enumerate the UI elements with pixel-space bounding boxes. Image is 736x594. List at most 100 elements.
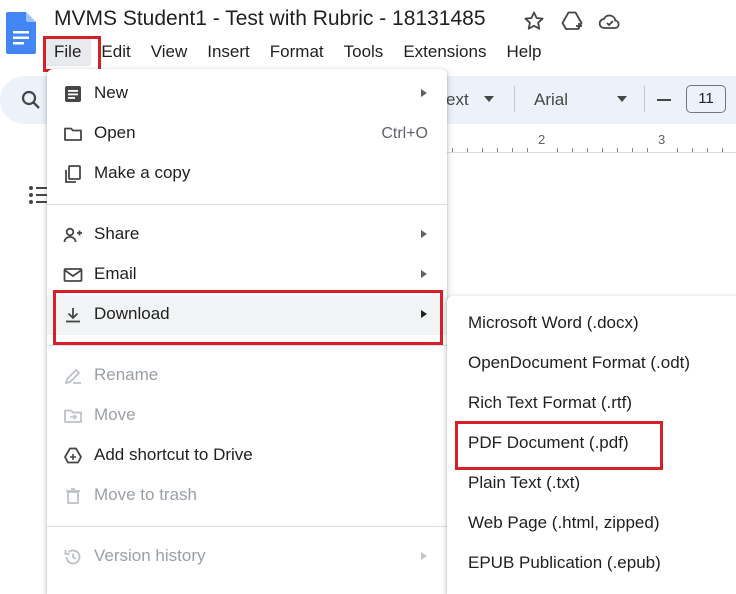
ruler[interactable]: 2 3 <box>446 132 736 154</box>
menu-item-label: Rename <box>94 365 159 384</box>
menu-divider <box>47 345 447 346</box>
submenu-arrow-icon <box>421 89 427 97</box>
submenu-arrow-icon <box>421 310 427 318</box>
submenu-arrow-icon <box>421 552 427 560</box>
file-menu: New Open Ctrl+O Make a copy Share Email <box>47 69 447 594</box>
ruler-tick <box>722 148 723 152</box>
menu-item-label: Email <box>94 264 137 283</box>
ruler-baseline <box>446 152 736 153</box>
menu-file[interactable]: File <box>44 38 92 66</box>
menu-help[interactable]: Help <box>496 38 551 66</box>
download-option-pdf[interactable]: PDF Document (.pdf) <box>447 424 736 464</box>
ruler-label: 3 <box>658 132 666 147</box>
ruler-tick <box>452 148 453 152</box>
download-option-label: Rich Text Format (.rtf) <box>468 393 633 412</box>
copy-icon <box>65 165 81 183</box>
menu-bar: File Edit View Insert Format Tools Exten… <box>44 38 551 66</box>
ruler-label: 2 <box>538 132 546 147</box>
trash-icon <box>66 488 80 504</box>
ruler-tick <box>632 148 633 152</box>
menu-divider <box>47 204 447 205</box>
move-to-drive-icon[interactable] <box>560 9 584 33</box>
menu-item-label: Download <box>94 304 170 323</box>
download-option-label: Microsoft Word (.docx) <box>468 313 639 332</box>
menu-insert[interactable]: Insert <box>197 38 260 66</box>
font-family-select[interactable]: Arial <box>534 90 568 110</box>
download-option-odt[interactable]: OpenDocument Format (.odt) <box>447 344 736 384</box>
menu-view[interactable]: View <box>141 38 198 66</box>
menu-item-label: Share <box>94 224 140 243</box>
menu-extensions[interactable]: Extensions <box>393 38 496 66</box>
star-icon[interactable] <box>522 9 546 33</box>
toolbar-divider <box>514 86 515 112</box>
menu-item-add-shortcut-to-drive[interactable]: Add shortcut to Drive <box>47 436 447 476</box>
menu-item-new[interactable]: New <box>47 74 447 114</box>
document-title[interactable]: MVMS Student1 - Test with Rubric - 18131… <box>54 7 486 31</box>
decrease-font-size-button[interactable] <box>657 99 671 101</box>
toolbar-divider <box>644 86 645 112</box>
font-size-input[interactable]: 11 <box>686 85 726 113</box>
rename-icon <box>65 369 81 384</box>
download-option-txt[interactable]: Plain Text (.txt) <box>447 464 736 504</box>
ruler-tick <box>647 148 648 152</box>
download-option-label: Plain Text (.txt) <box>468 473 581 492</box>
submenu-arrow-icon <box>421 270 427 278</box>
folder-icon <box>64 127 82 141</box>
cloud-saved-icon[interactable] <box>598 9 622 33</box>
menu-format[interactable]: Format <box>260 38 334 66</box>
ruler-tick <box>617 148 618 152</box>
menu-item-label: Version history <box>94 546 206 565</box>
menu-item-move-to-trash[interactable]: Move to trash <box>47 476 447 516</box>
menu-item-rename[interactable]: Rename <box>47 356 447 396</box>
move-folder-icon <box>64 409 82 423</box>
google-docs-logo-icon[interactable] <box>6 12 36 54</box>
download-option-docx[interactable]: Microsoft Word (.docx) <box>447 304 736 344</box>
history-icon <box>64 549 81 565</box>
menu-item-label: Open <box>94 123 136 142</box>
ruler-tick <box>707 148 708 152</box>
ruler-tick <box>677 148 678 152</box>
paragraph-style-select[interactable]: ext <box>446 90 469 110</box>
add-person-icon <box>63 227 82 243</box>
submenu-arrow-icon <box>421 230 427 238</box>
ruler-tick <box>497 148 498 152</box>
menu-item-email[interactable]: Email <box>47 255 447 295</box>
download-icon <box>66 308 80 323</box>
download-option-html-zipped[interactable]: Web Page (.html, zipped) <box>447 504 736 544</box>
document-icon <box>65 86 81 102</box>
download-option-label: EPUB Publication (.epub) <box>468 553 661 572</box>
menu-item-download[interactable]: Download <box>47 295 447 335</box>
download-option-label: Web Page (.html, zipped) <box>468 513 660 532</box>
download-option-label: PDF Document (.pdf) <box>468 433 629 452</box>
ruler-tick <box>587 148 588 152</box>
download-submenu: Microsoft Word (.docx) OpenDocument Form… <box>447 296 736 594</box>
download-option-label: OpenDocument Format (.odt) <box>468 353 691 372</box>
ruler-tick <box>692 148 693 152</box>
menu-item-label: Add shortcut to Drive <box>94 445 253 464</box>
chevron-down-icon <box>484 96 494 102</box>
add-to-drive-icon <box>64 447 82 464</box>
menu-item-label: Move <box>94 405 136 424</box>
search-menus-icon[interactable] <box>20 89 42 111</box>
menu-item-label: Make a copy <box>94 163 191 182</box>
menu-tools[interactable]: Tools <box>334 38 394 66</box>
keyboard-shortcut: Ctrl+O <box>381 125 428 142</box>
download-option-rtf[interactable]: Rich Text Format (.rtf) <box>447 384 736 424</box>
menu-item-move[interactable]: Move <box>47 396 447 436</box>
menu-item-share[interactable]: Share <box>47 215 447 255</box>
menu-item-label: New <box>94 83 129 102</box>
menu-item-label: Move to trash <box>94 485 197 504</box>
menu-item-make-a-copy[interactable]: Make a copy <box>47 154 447 194</box>
menu-item-version-history[interactable]: Version history <box>47 537 447 577</box>
download-option-epub[interactable]: EPUB Publication (.epub) <box>447 544 736 584</box>
ruler-tick <box>527 148 528 152</box>
menu-divider <box>47 526 447 527</box>
ruler-tick <box>557 148 558 152</box>
ruler-tick <box>572 148 573 152</box>
ruler-tick <box>467 148 468 152</box>
mail-icon <box>63 268 83 282</box>
chevron-down-icon <box>617 96 627 102</box>
title-actions <box>522 9 622 33</box>
menu-edit[interactable]: Edit <box>91 38 140 66</box>
menu-item-open[interactable]: Open Ctrl+O <box>47 114 447 154</box>
